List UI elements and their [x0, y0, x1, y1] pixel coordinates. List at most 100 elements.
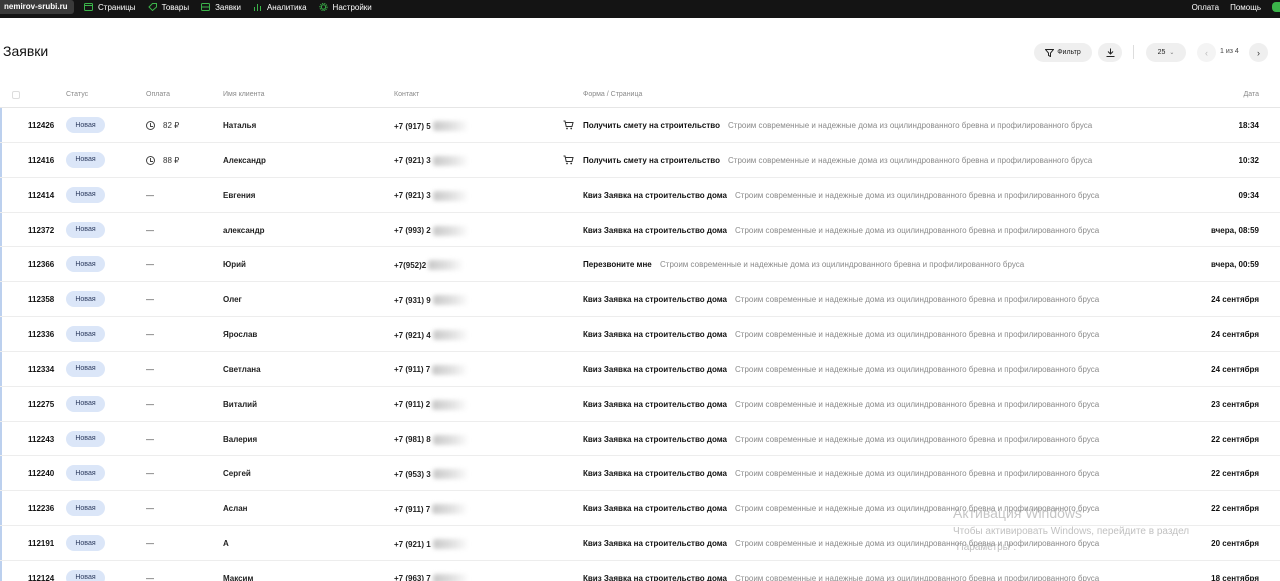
- table-row[interactable]: 112416 Новая 88 ₽ Александр +7 (921) 3 Получи…: [0, 142, 1280, 178]
- status-badge[interactable]: Новая: [66, 465, 105, 482]
- request-id: 112240: [28, 469, 55, 479]
- status-badge[interactable]: Новая: [66, 569, 105, 581]
- contact-cell: +7 (911) 2: [394, 399, 469, 410]
- status-badge[interactable]: Новая: [66, 360, 105, 377]
- client-name: Александр: [223, 155, 266, 165]
- table-row[interactable]: 112358 Новая — Олег +7 (931) 9 Квиз Заявка на…: [0, 282, 1280, 318]
- redacted-phone: [432, 469, 469, 480]
- table-row[interactable]: 112426 Новая 82 ₽ Наталья +7 (917) 5 Получить…: [0, 108, 1280, 143]
- row-accent: [0, 177, 2, 212]
- col-client[interactable]: Имя клиента: [223, 91, 265, 98]
- col-status[interactable]: Статус: [66, 91, 88, 98]
- row-accent: [0, 351, 2, 386]
- toolbar-divider: [1133, 45, 1134, 59]
- redacted-phone: [432, 539, 469, 550]
- nav-requests[interactable]: Заявки: [201, 0, 241, 14]
- request-id: 112236: [28, 504, 55, 514]
- request-id: 112426: [28, 121, 55, 130]
- request-id: 112366: [28, 260, 55, 270]
- row-accent: [0, 212, 2, 247]
- page-name: Строим современные и надежные дома из оц…: [735, 469, 1100, 479]
- prev-page-button[interactable]: ‹: [1197, 43, 1216, 62]
- col-payment[interactable]: Оплата: [146, 91, 170, 98]
- payment-amount: —: [146, 364, 154, 374]
- form-name: Квиз Заявка на строительство дома: [583, 504, 727, 514]
- status-badge[interactable]: Новая: [66, 256, 105, 273]
- redacted-phone: [432, 364, 469, 375]
- status-badge[interactable]: Новая: [66, 151, 105, 168]
- table-row[interactable]: 112236 Новая — Аслан +7 (911) 7 Квиз Заявка н…: [0, 491, 1280, 527]
- select-all-checkbox[interactable]: [12, 91, 20, 99]
- payment-cell: —: [146, 226, 154, 235]
- status-badge[interactable]: Новая: [66, 326, 105, 343]
- table-row[interactable]: 112275 Новая — Виталий +7 (911) 2 Квиз Заявка…: [0, 386, 1280, 422]
- windows-watermark-text-2: "Параметры".: [953, 542, 1017, 553]
- nav-products[interactable]: Товары: [147, 0, 189, 14]
- page-name: Строим современные и надежные дома из оц…: [735, 573, 1100, 581]
- page-name: Строим современные и надежные дома из оц…: [660, 260, 1025, 270]
- top-bar: nemirov-srubi.ru Страницы Товары Заявки …: [0, 0, 1280, 18]
- table-row[interactable]: 112372 Новая — александр +7 (993) 2 Квиз Заяв…: [0, 212, 1280, 248]
- status-badge[interactable]: Новая: [66, 430, 105, 447]
- nav-analytics-label: Аналитика: [266, 2, 307, 12]
- request-date: 09:34: [1238, 190, 1259, 200]
- chevron-right-icon: ›: [1257, 47, 1260, 58]
- table-row[interactable]: 112334 Новая — Светлана +7 (911) 7 Квиз Заявк…: [0, 351, 1280, 387]
- status-badge[interactable]: Новая: [66, 395, 105, 412]
- page-name: Строим современные и надежные дома из оц…: [735, 539, 1100, 549]
- status-badge[interactable]: Новая: [66, 500, 105, 517]
- col-date[interactable]: Дата: [1243, 91, 1259, 98]
- download-button[interactable]: [1098, 43, 1122, 62]
- request-date: 24 сентября: [1211, 330, 1259, 340]
- filter-button[interactable]: Фильтр: [1034, 43, 1092, 62]
- main-nav: Страницы Товары Заявки Аналитика Настрой…: [84, 0, 384, 14]
- payment-cell: —: [146, 435, 154, 444]
- table-row[interactable]: 112240 Новая — Сергей +7 (953) 3 Квиз Заявка …: [0, 456, 1280, 492]
- request-date: 23 сентября: [1211, 399, 1259, 409]
- row-accent: [0, 421, 2, 456]
- payment-link[interactable]: Оплата: [1192, 3, 1220, 12]
- chevron-down-icon: ⌄: [1169, 50, 1175, 56]
- user-avatar[interactable]: [1272, 2, 1280, 12]
- bar-chart-icon: [253, 4, 261, 11]
- payment-amount: —: [146, 225, 154, 235]
- per-page-select[interactable]: 25 ⌄: [1146, 43, 1186, 62]
- row-accent: [0, 456, 2, 491]
- table-row[interactable]: 112366 Новая — Юрий +7(952)2 Перезвоните мне С…: [0, 247, 1280, 283]
- client-name: Сергей: [223, 469, 251, 479]
- redacted-phone: [428, 260, 465, 271]
- page-name: Строим современные и надежные дома из оц…: [735, 225, 1100, 235]
- status-badge[interactable]: Новая: [66, 535, 105, 552]
- site-selector[interactable]: nemirov-srubi.ru: [0, 0, 74, 14]
- table-row[interactable]: 112336 Новая — Ярослав +7 (921) 4 Квиз Заявка…: [0, 317, 1280, 352]
- help-link[interactable]: Помощь: [1230, 3, 1261, 12]
- table-row[interactable]: 112414 Новая — Евгения +7 (921) 3 Квиз Заявка…: [0, 177, 1280, 213]
- request-date: вчера, 08:59: [1211, 225, 1259, 235]
- table-row[interactable]: 112243 Новая — Валерия +7 (981) 8 Квиз Заявка…: [0, 421, 1280, 457]
- payment-amount: —: [146, 330, 154, 340]
- chevron-left-icon: ‹: [1205, 47, 1208, 58]
- page-name: Строим современные и надежные дома из оц…: [735, 434, 1100, 444]
- form-name: Квиз Заявка на строительство дома: [583, 225, 727, 235]
- status-badge[interactable]: Новая: [66, 186, 105, 203]
- contact-phone: +7 (911) 7: [394, 365, 431, 375]
- nav-settings-label: Настройки: [332, 2, 372, 12]
- page-name: Строим современные и надежные дома из оц…: [735, 399, 1100, 409]
- status-badge[interactable]: Новая: [66, 291, 105, 308]
- form-name: Квиз Заявка на строительство дома: [583, 573, 727, 581]
- redacted-phone: [432, 399, 469, 410]
- status-badge[interactable]: Новая: [66, 117, 105, 133]
- payment-amount: 88 ₽: [163, 155, 180, 165]
- table-row[interactable]: 112124 Новая — Максим +7 (963) 7 Квиз Заявка …: [0, 560, 1280, 581]
- contact-phone: +7 (911) 2: [394, 400, 431, 410]
- nav-analytics[interactable]: Аналитика: [253, 0, 307, 14]
- col-form[interactable]: Форма / Страница: [583, 91, 642, 98]
- col-contact[interactable]: Контакт: [394, 91, 419, 98]
- client-name: Валерия: [223, 434, 258, 444]
- status-badge[interactable]: Новая: [66, 221, 105, 238]
- contact-cell: +7 (917) 5: [394, 121, 469, 131]
- nav-pages[interactable]: Страницы: [84, 0, 136, 14]
- nav-settings[interactable]: Настройки: [318, 0, 372, 14]
- form-name: Квиз Заявка на строительство дома: [583, 434, 727, 444]
- next-page-button[interactable]: ›: [1249, 43, 1268, 62]
